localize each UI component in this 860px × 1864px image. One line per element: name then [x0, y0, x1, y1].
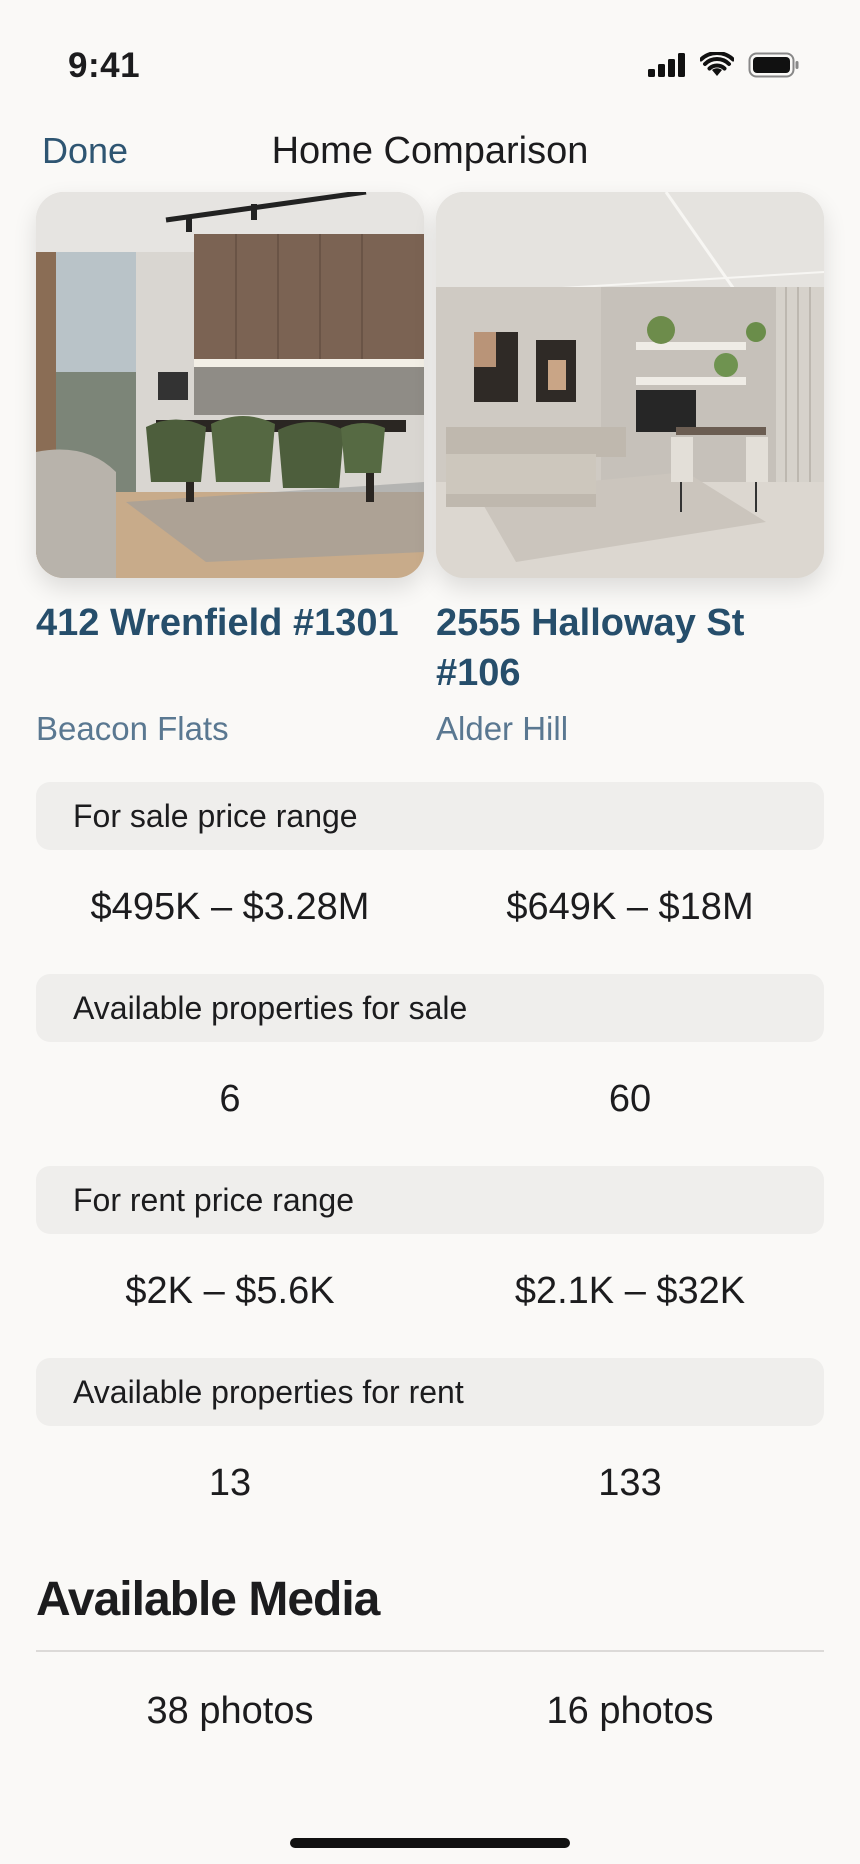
properties-for-sale-header: Available properties for sale: [36, 974, 824, 1042]
properties-for-sale-value-2: 60: [608, 1078, 652, 1120]
wifi-icon: [700, 52, 734, 78]
home-address-1[interactable]: 412 Wrenfield #1301: [36, 598, 424, 648]
rent-price-range-value-2: $2.1K – $32K: [514, 1270, 746, 1312]
status-icons: [648, 52, 800, 78]
rent-price-range-value-1: $2K – $5.6K: [125, 1270, 335, 1312]
rent-price-range-header: For rent price range: [36, 1166, 824, 1234]
section-divider: [36, 1650, 824, 1652]
available-media-title: Available Media: [36, 1573, 380, 1626]
sale-price-range-header: For sale price range: [36, 782, 824, 850]
navigation-bar: Done Home Comparison: [0, 118, 860, 188]
media-count-2[interactable]: 16 photos: [430, 1690, 830, 1733]
sale-price-range-value-1: $495K – $3.28M: [90, 886, 370, 928]
properties-for-rent-value-2: 133: [598, 1462, 662, 1504]
properties-for-rent-value-1: 13: [208, 1462, 252, 1504]
living-room-photo[interactable]: [436, 192, 824, 578]
page-title: Home Comparison: [271, 130, 589, 172]
home-address-2[interactable]: 2555 Halloway St #106: [436, 598, 824, 698]
home-neighborhood-2: Alder Hill: [436, 710, 569, 747]
signal-icon: [648, 53, 686, 77]
home-neighborhood-1: Beacon Flats: [36, 710, 229, 747]
media-count-1[interactable]: 38 photos: [30, 1690, 430, 1733]
properties-for-rent-header: Available properties for rent: [36, 1358, 824, 1426]
properties-for-sale-value-1: 6: [219, 1078, 241, 1120]
kitchen-dining-photo[interactable]: [36, 192, 424, 578]
home-indicator[interactable]: [290, 1838, 570, 1848]
home-comparison-screen: 9:41 Done Home Comparison 412 Wrenfield …: [0, 0, 860, 1864]
sale-price-range-value-2: $649K – $18M: [506, 886, 754, 928]
status-time: 9:41: [68, 46, 141, 85]
battery-icon: [748, 52, 800, 78]
status-bar: 9:41: [0, 0, 860, 110]
